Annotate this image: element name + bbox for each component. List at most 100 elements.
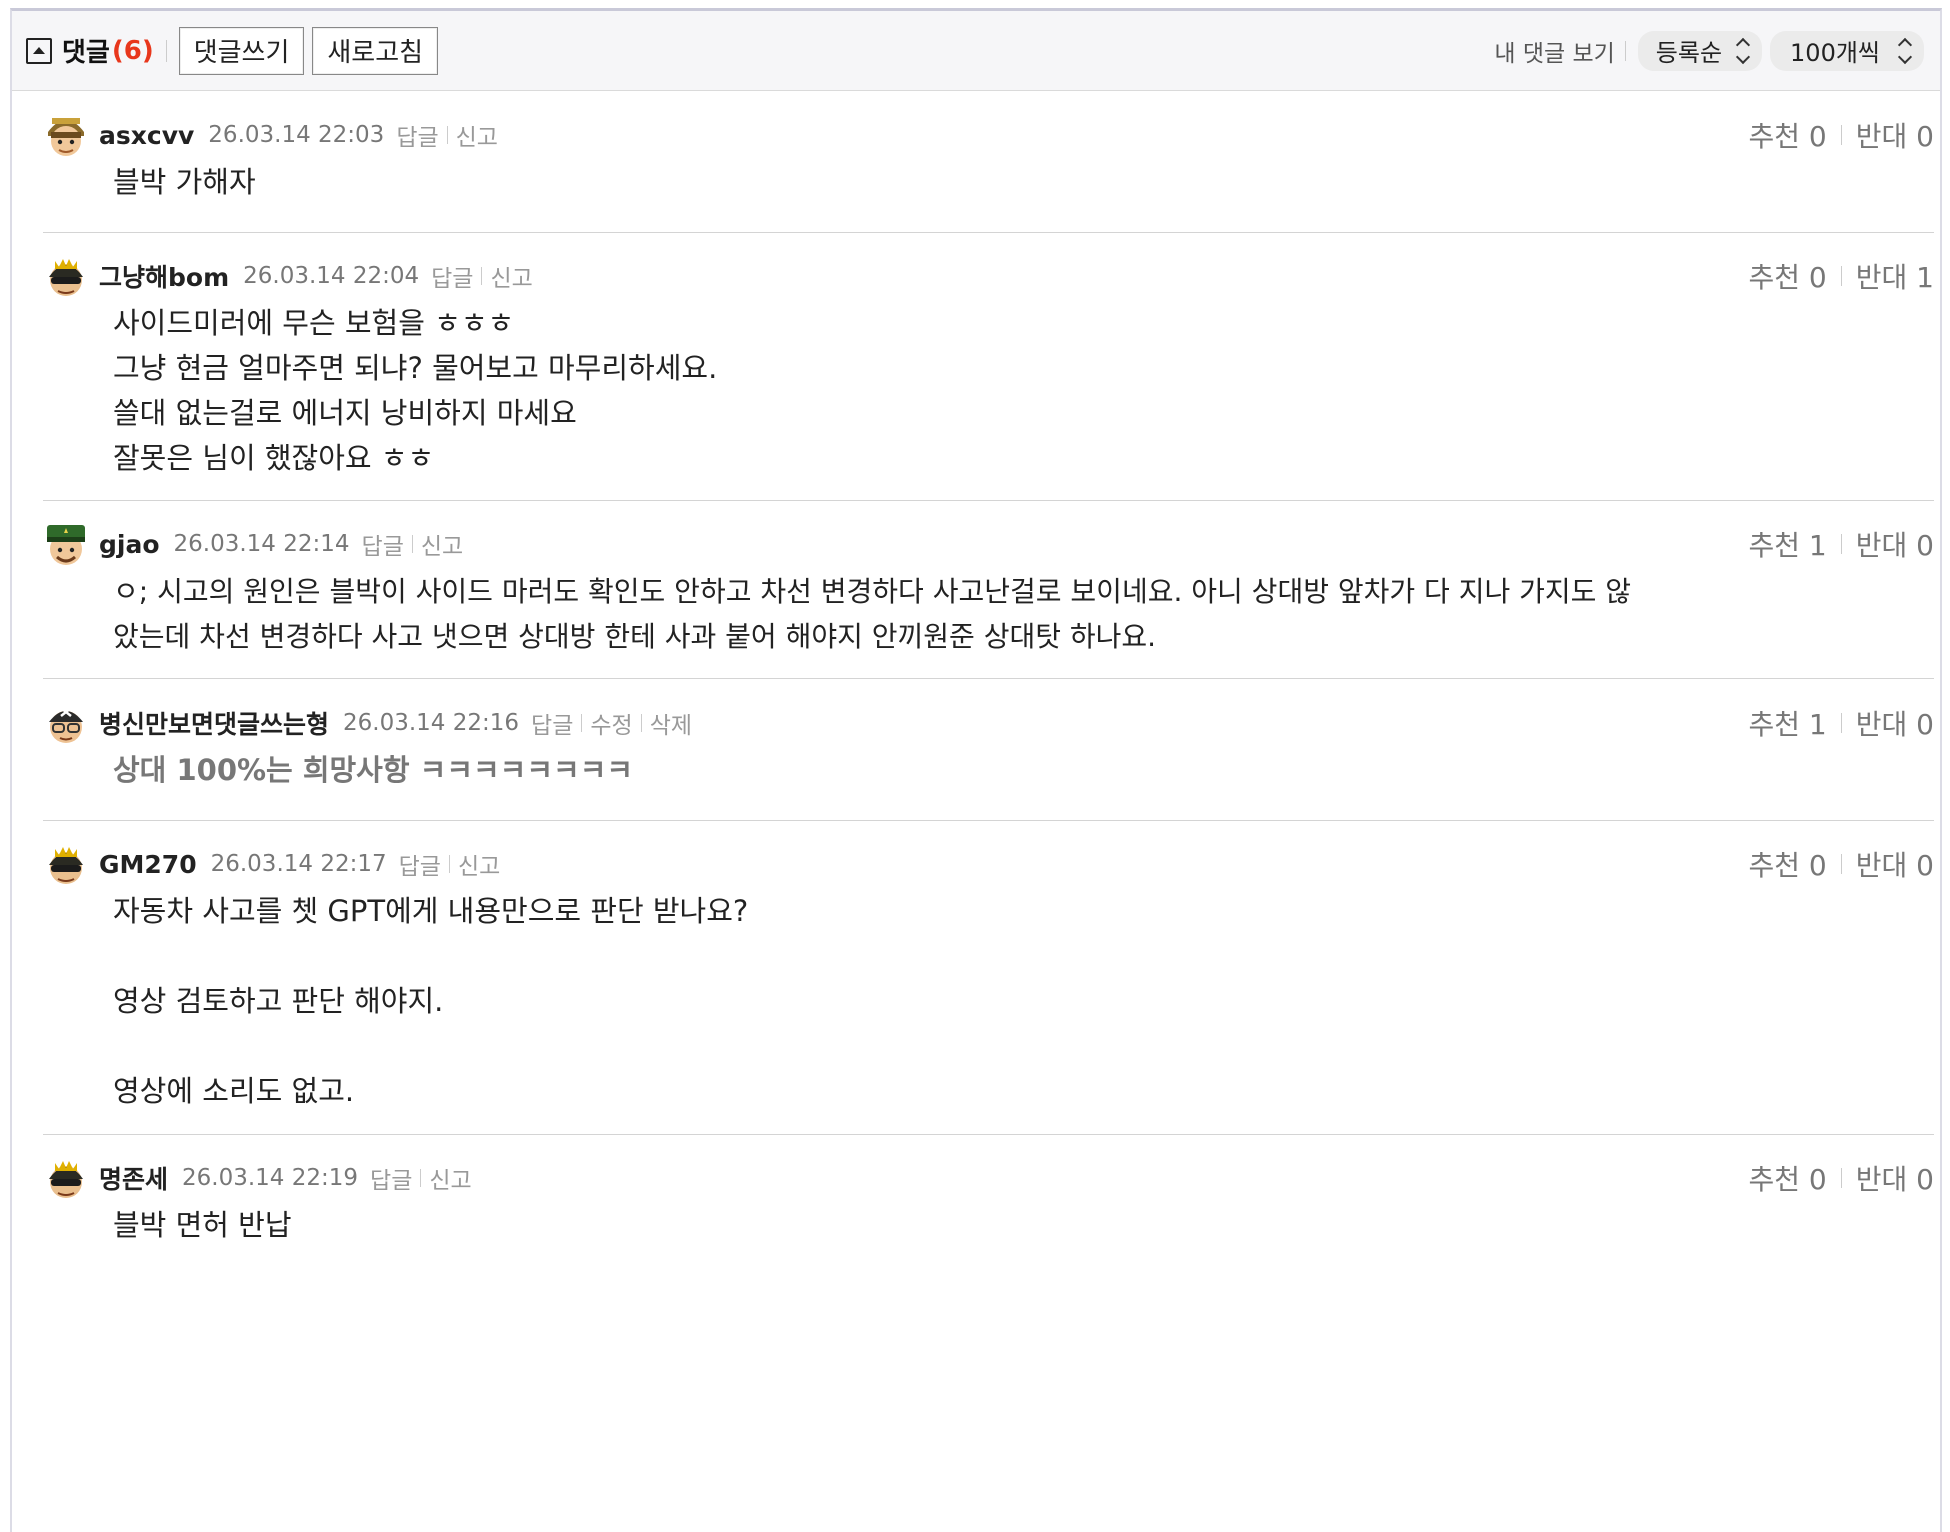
- recommend-button[interactable]: 추천 0: [1748, 115, 1826, 155]
- divider: [165, 39, 167, 62]
- oppose-count: 0: [1916, 120, 1934, 153]
- oppose-label: 반대: [1855, 849, 1908, 882]
- reply-link[interactable]: 답글: [370, 1161, 412, 1195]
- recommend-count: 0: [1808, 1163, 1827, 1196]
- divider: [1840, 713, 1842, 733]
- divider: [1840, 534, 1842, 554]
- comment-line: 자동차 사고를 쳇 GPT에게 내용만으로 판단 받나요?: [113, 894, 749, 928]
- oppose-count: 0: [1916, 529, 1934, 562]
- comment-body: 사이드미러에 무슨 보험을 ㅎㅎㅎ 그냥 현금 얼마주면 되냐? 물어보고 마무…: [43, 301, 1934, 481]
- comment-toolbar: 댓글 (6) 댓글쓰기 새로고침 내 댓글 보기 등록순 100개씩: [12, 11, 1940, 91]
- divider: [640, 714, 642, 732]
- comment-author[interactable]: asxcvv: [99, 121, 194, 150]
- comment-body: 블박 가해자: [43, 160, 1934, 205]
- comment-body: 자동차 사고를 쳇 GPT에게 내용만으로 판단 받나요? 영상 검토하고 판단…: [43, 889, 1934, 1114]
- user-avatar-icon: [48, 118, 84, 156]
- collapse-comments-toggle[interactable]: 댓글 (6): [26, 32, 154, 69]
- oppose-count: 0: [1916, 1163, 1934, 1196]
- comment-line: [113, 1024, 1934, 1069]
- comment-line: 사이드미러에 무슨 보험을 ㅎㅎㅎ: [113, 306, 515, 340]
- write-comment-button[interactable]: 댓글쓰기: [178, 26, 305, 75]
- divider: [1840, 854, 1842, 874]
- collapse-icon[interactable]: [26, 37, 52, 64]
- delete-link[interactable]: 삭제: [650, 706, 692, 740]
- chevron-updown-icon: [1735, 37, 1751, 64]
- recommend-label: 추천: [1748, 529, 1800, 562]
- comment-line: 영상에 소리도 없고.: [113, 1074, 355, 1108]
- recommend-button[interactable]: 추천 1: [1748, 703, 1826, 743]
- recommend-count: 0: [1808, 120, 1827, 153]
- report-link[interactable]: 신고: [490, 259, 532, 293]
- comment-author[interactable]: 병신만보면댓글쓰는형: [99, 705, 329, 741]
- edit-link[interactable]: 수정: [590, 706, 632, 740]
- recommend-label: 추천: [1748, 708, 1800, 741]
- comment-date: 26.03.14 22:04: [243, 263, 420, 289]
- comment-line: 영상 검토하고 판단 해야지.: [113, 984, 444, 1018]
- sort-select-value: 등록순: [1655, 39, 1723, 67]
- comment-item: 명존세 26.03.14 22:19 답글 신고 추천 0 반대 0 블박 면허…: [43, 1135, 1934, 1265]
- oppose-button[interactable]: 반대 0: [1856, 524, 1934, 564]
- report-link[interactable]: 신고: [421, 527, 463, 561]
- recommend-button[interactable]: 추천 1: [1748, 524, 1826, 564]
- comment-line: 상대 100%는 희망사항 ㅋㅋㅋㅋㅋㅋㅋㅋ: [113, 753, 634, 787]
- comment-date: 26.03.14 22:16: [343, 710, 520, 736]
- divider: [1840, 266, 1842, 286]
- vote-area: 추천 0 반대 1: [1748, 251, 1934, 301]
- reply-link[interactable]: 답글: [396, 118, 438, 152]
- recommend-count: 0: [1808, 261, 1827, 294]
- comment-line: 았는데 차선 변경하다 사고 냇으면 상대방 한테 사과 붙어 해야지 안끼원준…: [113, 620, 1157, 653]
- recommend-label: 추천: [1748, 261, 1800, 294]
- vote-area: 추천 0 반대 0: [1748, 110, 1934, 160]
- oppose-button[interactable]: 반대 0: [1856, 115, 1934, 155]
- comment-body: 블박 면허 반납: [43, 1203, 1934, 1248]
- comment-body: 상대 100%는 희망사항 ㅋㅋㅋㅋㅋㅋㅋㅋ: [43, 748, 1934, 793]
- comment-author[interactable]: 명존세: [99, 1160, 168, 1196]
- comment-body: ㅇ; 시고의 원인은 블박이 사이드 마러도 확인도 안하고 차선 변경하다 사…: [43, 569, 1934, 659]
- report-link[interactable]: 신고: [456, 118, 498, 152]
- reply-link[interactable]: 답글: [362, 527, 404, 561]
- report-link[interactable]: 신고: [429, 1161, 471, 1195]
- comment-line: ㅇ; 시고의 원인은 블박이 사이드 마러도 확인도 안하고 차선 변경하다 사…: [113, 575, 1632, 608]
- comment-line: 그냥 현금 얼마주면 되냐? 물어보고 마무리하세요.: [113, 351, 718, 385]
- reply-link[interactable]: 답글: [399, 847, 441, 881]
- comment-date: 26.03.14 22:19: [182, 1165, 359, 1191]
- vote-area: 추천 1 반대 0: [1748, 519, 1934, 569]
- reply-link[interactable]: 답글: [531, 706, 573, 740]
- report-link[interactable]: 신고: [458, 847, 500, 881]
- chevron-updown-icon: [1897, 37, 1913, 64]
- recommend-count: 1: [1808, 529, 1827, 562]
- comment-line: 쓸대 없는걸로 에너지 낭비하지 마세요: [113, 396, 577, 430]
- recommend-label: 추천: [1748, 120, 1800, 153]
- divider: [420, 1169, 422, 1187]
- comment-date: 26.03.14 22:03: [208, 122, 385, 148]
- oppose-button[interactable]: 반대 0: [1856, 1158, 1934, 1198]
- recommend-button[interactable]: 추천 0: [1748, 1158, 1826, 1198]
- oppose-count: 1: [1916, 261, 1934, 294]
- comment-author[interactable]: gjao: [99, 530, 160, 559]
- oppose-button[interactable]: 반대 0: [1856, 703, 1934, 743]
- user-avatar-icon: [49, 259, 83, 296]
- comment-date: 26.03.14 22:14: [173, 531, 350, 557]
- oppose-button[interactable]: 반대 1: [1856, 256, 1934, 296]
- oppose-button[interactable]: 반대 0: [1856, 844, 1934, 884]
- comment-author[interactable]: 그냥해bom: [99, 258, 229, 294]
- divider: [581, 714, 583, 732]
- recommend-count: 0: [1808, 849, 1827, 882]
- refresh-button[interactable]: 새로고침: [312, 26, 439, 75]
- sort-select[interactable]: 등록순: [1637, 30, 1763, 71]
- comment-section: 댓글 (6) 댓글쓰기 새로고침 내 댓글 보기 등록순 100개씩 asxcv…: [10, 8, 1942, 1532]
- reply-link[interactable]: 답글: [431, 259, 473, 293]
- user-avatar-icon: [49, 1161, 83, 1198]
- comment-count: (6): [111, 35, 154, 66]
- comment-date: 26.03.14 22:17: [210, 851, 387, 877]
- comment-author[interactable]: GM270: [99, 850, 197, 879]
- comment-item: 그냥해bom 26.03.14 22:04 답글 신고 추천 0 반대 1 사이…: [43, 233, 1934, 501]
- per-page-select[interactable]: 100개씩: [1770, 30, 1924, 71]
- comment-line: 블박 면허 반납: [113, 1208, 292, 1242]
- my-comments-link[interactable]: 내 댓글 보기: [1494, 34, 1614, 68]
- recommend-button[interactable]: 추천 0: [1748, 844, 1826, 884]
- oppose-label: 반대: [1855, 120, 1908, 153]
- divider: [448, 855, 450, 873]
- divider: [1840, 125, 1842, 145]
- recommend-button[interactable]: 추천 0: [1748, 256, 1826, 296]
